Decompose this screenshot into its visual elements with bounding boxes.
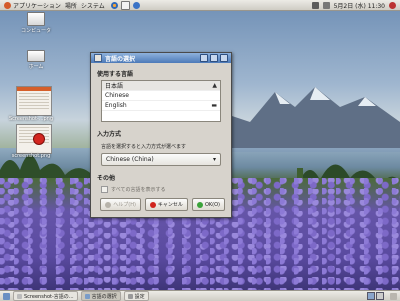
help-button[interactable]: ヘルプ(H) [100,198,141,211]
home-folder-icon [27,50,45,62]
minimize-button[interactable] [200,54,208,62]
input-method-select[interactable]: Chinese (China) ▾ [101,153,221,166]
language-list[interactable]: 日本語 ▲ Chinese English ▬ [101,80,221,122]
image-badge-icon [33,133,45,145]
screenshot-thumbnail-2-label: screenshot.png [11,153,51,159]
language-list-item[interactable]: English ▬ [102,101,220,111]
ok-button[interactable]: OK(O) [191,198,225,211]
input-method-value: Chinese (China) [106,156,154,163]
language-selection-dialog: 言語の選択 使用する言語 日本語 ▲ Chinese English ▬ 入力方… [90,52,232,218]
window-menu-icon[interactable] [94,54,102,62]
checkmark-icon [196,201,203,208]
languages-section-title: 使用する言語 [97,71,134,78]
cancel-icon [149,201,156,208]
help-launcher-icon[interactable] [132,1,140,9]
dialog-button-row: ヘルプ(H) キャンセル OK(O) [97,198,225,211]
show-all-languages-checkbox[interactable] [101,186,108,193]
clock[interactable]: 5月2日 (水) 11:30 [334,1,385,10]
top-panel: アプリケーション 場所 システム 5月2日 (水) 11:30 [0,0,400,11]
input-method-hint: 言語を選択すると入力方式が選べます [101,144,187,150]
maximize-button[interactable] [210,54,218,62]
cancel-button[interactable]: キャンセル [144,198,188,211]
workspace-switcher[interactable] [367,292,384,300]
places-menu[interactable]: 場所 [65,1,77,10]
computer-icon [27,12,45,26]
screenshot-thumbnail-1-label: Screenshot-...png [8,116,54,122]
language-list-item[interactable]: 日本語 ▲ [102,81,220,91]
applications-menu[interactable]: アプリケーション [4,1,61,10]
trash-icon[interactable] [390,292,397,300]
home-desktop-icon[interactable]: ホーム [16,50,56,70]
show-desktop-icon[interactable] [3,292,10,300]
show-all-languages-label: すべての言語を表示する [111,187,166,193]
system-menu[interactable]: システム [81,1,105,10]
screenshot-thumbnail-2[interactable] [16,124,52,154]
bottom-panel: Screenshot-言語の... 言語の選択 設定 [0,290,400,301]
options-section-title: その他 [97,175,116,182]
dropdown-arrow-icon: ▾ [212,156,216,163]
mail-launcher-icon[interactable] [120,0,130,10]
browser-launcher-icon[interactable] [110,1,118,9]
ubuntu-logo-icon [4,1,11,9]
power-icon[interactable] [389,2,396,9]
help-icon [105,201,112,208]
dialog-title: 言語の選択 [105,55,136,63]
volume-icon[interactable] [322,2,330,9]
move-up-icon[interactable]: ▲ [212,82,217,89]
home-icon-label: ホーム [28,64,44,70]
network-icon[interactable] [311,2,319,9]
show-all-languages-option[interactable]: すべての言語を表示する [101,186,225,193]
image-viewer-icon [17,293,22,299]
language-icon [84,293,90,299]
places-menu-label: 場所 [64,2,77,10]
system-menu-label: システム [80,2,105,10]
close-button[interactable] [220,54,228,62]
computer-icon-label: コンピュータ [20,28,51,34]
move-down-icon[interactable]: ▬ [211,102,217,109]
applications-menu-label: アプリケーション [13,2,61,10]
input-section-title: 入力方式 [97,131,122,138]
language-list-item[interactable]: Chinese [102,91,220,101]
settings-icon [127,293,133,299]
computer-desktop-icon[interactable]: コンピュータ [16,12,56,34]
screenshot-thumbnail-1[interactable] [16,86,52,116]
dialog-titlebar[interactable]: 言語の選択 [91,53,231,63]
